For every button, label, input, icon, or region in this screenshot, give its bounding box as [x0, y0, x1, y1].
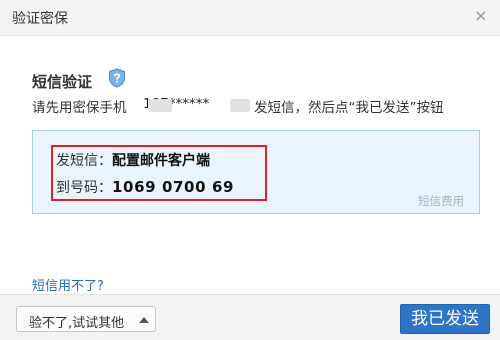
redaction-block: [148, 99, 172, 112]
message-label: 发短信：: [56, 153, 112, 169]
message-row: 发短信：配置邮件客户端: [56, 150, 210, 170]
message-value: 配置邮件客户端: [112, 153, 210, 169]
instruction-suffix: 发短信，然后点“我已发送”按钮: [254, 100, 444, 116]
number-label: 到号码：: [56, 180, 112, 196]
instruction-prefix: 请先用密保手机: [32, 100, 127, 116]
sms-verify-heading: 短信验证: [32, 73, 93, 91]
caret-up-icon: [139, 317, 149, 323]
redaction-block: [230, 99, 250, 112]
sms-unavailable-link[interactable]: 短信用不了?: [32, 275, 104, 294]
close-icon[interactable]: ×: [470, 5, 492, 27]
try-other-label: 验不了,试试其他: [29, 316, 125, 331]
dialog-titlebar: 验证密保 ×: [0, 0, 500, 36]
dialog-title: 验证密保: [12, 11, 68, 27]
sms-fee-link[interactable]: 短信费用: [418, 193, 464, 209]
number-value: 1069 0700 69: [112, 178, 235, 196]
shield-question-icon: [109, 68, 125, 88]
number-row: 到号码：1069 0700 69: [56, 177, 234, 197]
try-other-method-button[interactable]: 验不了,试试其他: [16, 306, 156, 332]
sent-confirm-button[interactable]: 我已发送: [400, 304, 490, 334]
